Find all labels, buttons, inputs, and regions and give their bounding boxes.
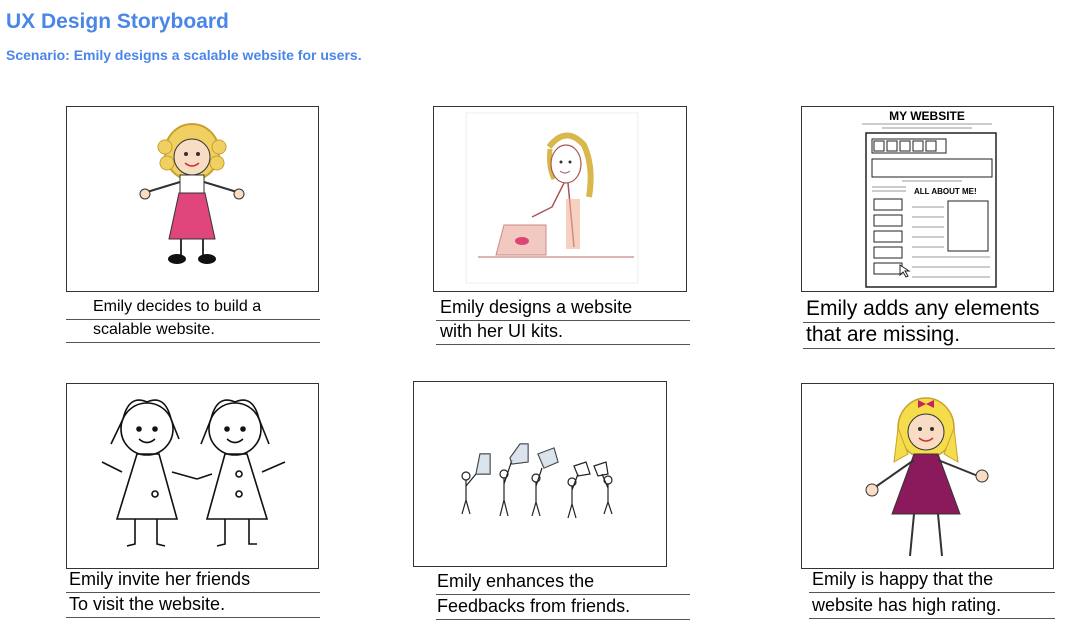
caption-line-1: Emily invite her friends <box>66 569 320 593</box>
girl-pink-dress-illustration <box>139 123 245 264</box>
caption-line-1: Emily is happy that the <box>809 569 1055 593</box>
website-wireframe-sketch: MY WEBSITE ALL ABOUT ME! <box>862 109 997 288</box>
panel-2-caption: Emily designs a website with her UI kits… <box>436 296 690 348</box>
girl-with-laptop-illustration <box>465 112 639 284</box>
panel-3-image: MY WEBSITE ALL ABOUT ME! <box>801 106 1054 292</box>
caption-line-1: Emily designs a website <box>436 297 690 321</box>
panel-6-image <box>801 383 1054 569</box>
caption-line-1: Emily enhances the <box>436 571 690 595</box>
two-girls-holding-hands-sketch <box>101 399 286 547</box>
caption-line-2: To visit the website. <box>66 594 320 618</box>
panel-4-image <box>66 383 319 569</box>
caption-line-2: Feedbacks from friends. <box>436 596 690 620</box>
panel-5-image <box>413 381 667 567</box>
panel-2-image <box>433 106 687 292</box>
panel-4-caption: Emily invite her friends To visit the we… <box>66 569 320 623</box>
wireframe-heading: MY WEBSITE <box>889 109 965 123</box>
panel-6-caption: Emily is happy that the website has high… <box>809 569 1055 623</box>
caption-line-1: Emily decides to build a <box>66 298 320 320</box>
panel-1-caption: Emily decides to build a scalable websit… <box>66 296 320 348</box>
people-holding-thumbs-up-sketch <box>461 443 613 519</box>
caption-line-1: Emily adds any elements <box>803 297 1055 323</box>
panel-1-image <box>66 106 319 292</box>
caption-line-2: scalable website. <box>66 321 320 343</box>
page-title: UX Design Storyboard <box>6 10 229 33</box>
panel-3-caption: Emily adds any elements that are missing… <box>803 296 1055 352</box>
caption-line-2: that are missing. <box>803 323 1055 349</box>
caption-line-2: with her UI kits. <box>436 321 690 345</box>
scenario-subtitle: Scenario: Emily designs a scalable websi… <box>6 47 362 63</box>
panel-5-caption: Emily enhances the Feedbacks from friend… <box>436 570 690 624</box>
wireframe-section-title: ALL ABOUT ME! <box>914 187 977 196</box>
happy-girl-purple-dress-illustration <box>865 397 989 557</box>
caption-line-2: website has high rating. <box>809 595 1055 619</box>
